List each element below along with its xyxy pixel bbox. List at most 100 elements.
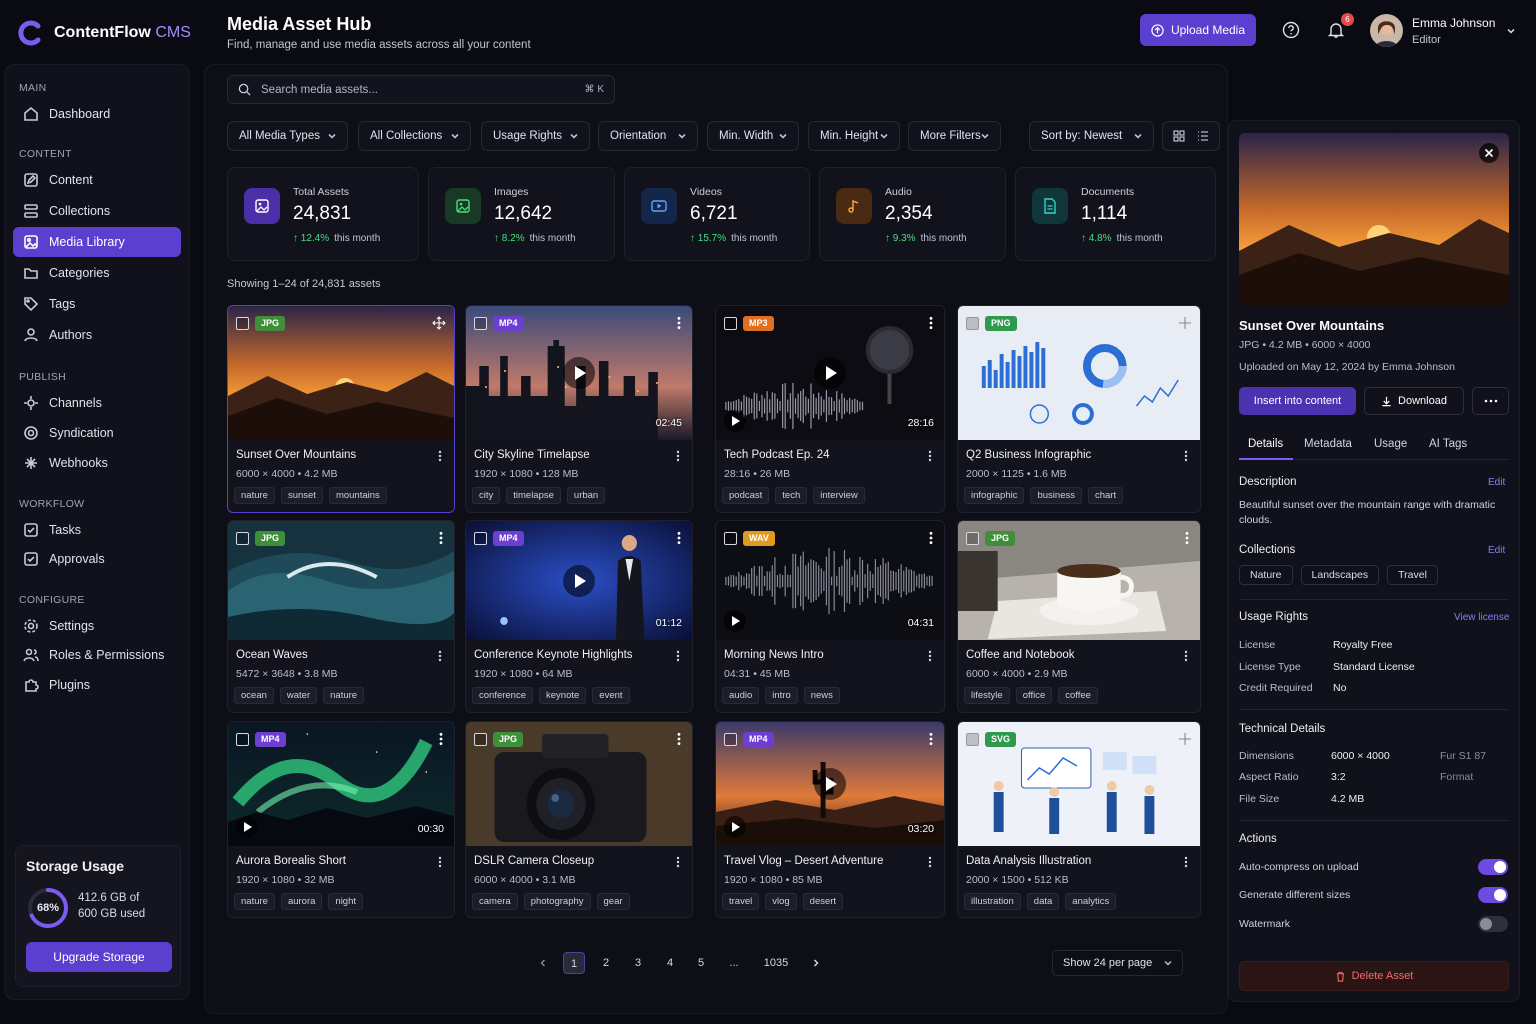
page-3[interactable]: 3: [627, 952, 649, 974]
page-4[interactable]: 4: [659, 952, 681, 974]
asset-title[interactable]: Aurora Borealis Short: [236, 855, 346, 867]
tag-chip[interactable]: podcast: [722, 487, 770, 504]
asset-card[interactable]: MP4 03:20 Travel Vlog – Desert Adventure…: [715, 721, 945, 918]
tag-chip[interactable]: data: [1026, 893, 1060, 910]
collection-chip[interactable]: Landscapes: [1300, 565, 1380, 585]
asset-card[interactable]: JPG Coffee and Notebook 6000 × 4000 • 2.…: [957, 520, 1201, 713]
move-icon[interactable]: [1178, 732, 1192, 746]
tag-chip[interactable]: illustration: [964, 893, 1021, 910]
tag-chip[interactable]: sunset: [280, 487, 323, 504]
help-button[interactable]: [1277, 16, 1305, 44]
filter-orientation[interactable]: Orientation: [598, 121, 698, 151]
more-actions-button[interactable]: [1472, 387, 1509, 415]
select-checkbox[interactable]: [236, 532, 249, 545]
list-view-icon[interactable]: [1197, 130, 1209, 142]
tag-chip[interactable]: gear: [596, 893, 630, 910]
brand[interactable]: ContentFlow CMS: [16, 16, 196, 50]
tag-chip[interactable]: infographic: [964, 487, 1025, 504]
tag-chip[interactable]: mountains: [328, 487, 387, 504]
tag-chip[interactable]: nature: [234, 487, 275, 504]
tag-chip[interactable]: news: [803, 687, 840, 704]
sidebar-item-dashboard[interactable]: Dashboard: [13, 99, 181, 129]
asset-card[interactable]: MP3 28:16 Tech Podcast Ep. 24 28:16 • 26…: [715, 305, 945, 513]
download-button[interactable]: Download: [1364, 387, 1464, 415]
sidebar-item-tasks[interactable]: Tasks: [13, 515, 181, 545]
asset-thumbnail[interactable]: MP4 00:30: [228, 722, 454, 846]
move-icon[interactable]: [1178, 316, 1192, 330]
asset-card[interactable]: MP4 02:45 City Skyline Timelapse 1920 × …: [465, 305, 693, 513]
select-checkbox[interactable]: [966, 532, 979, 545]
more-options-icon[interactable]: [928, 650, 932, 662]
asset-title[interactable]: Q2 Business Infographic: [966, 449, 1091, 461]
tab-usage[interactable]: Usage: [1374, 438, 1407, 450]
play-button[interactable]: [814, 357, 846, 389]
tag-chip[interactable]: nature: [234, 893, 275, 910]
asset-thumbnail[interactable]: JPG: [466, 722, 692, 846]
tag-chip[interactable]: chart: [1087, 487, 1124, 504]
sidebar-item-channels[interactable]: Channels: [13, 388, 181, 418]
asset-card[interactable]: JPG Sunset Over Mountains 6000 × 4000 • …: [227, 305, 455, 513]
tag-chip[interactable]: lifestyle: [964, 687, 1010, 704]
asset-title[interactable]: Conference Keynote Highlights: [474, 649, 633, 661]
play-button[interactable]: [563, 564, 595, 597]
play-small-button[interactable]: [724, 610, 746, 632]
asset-title[interactable]: Ocean Waves: [236, 649, 308, 661]
page-5[interactable]: 5: [690, 952, 712, 974]
tag-chip[interactable]: city: [472, 487, 501, 504]
select-checkbox[interactable]: [724, 733, 737, 746]
more-options-icon[interactable]: [1184, 450, 1188, 462]
more-options-icon[interactable]: [1182, 531, 1192, 545]
more-options-icon[interactable]: [1184, 650, 1188, 662]
more-options-icon[interactable]: [928, 450, 932, 462]
more-options-icon[interactable]: [926, 316, 936, 330]
sidebar-item-syndication[interactable]: Syndication: [13, 418, 181, 448]
tag-chip[interactable]: event: [592, 687, 630, 704]
page-last[interactable]: 1035: [757, 952, 795, 974]
more-options-icon[interactable]: [674, 316, 684, 330]
sidebar-item-settings[interactable]: Settings: [13, 611, 181, 641]
collection-chip[interactable]: Travel: [1387, 565, 1438, 585]
tag-chip[interactable]: nature: [323, 687, 365, 704]
sidebar-item-media-library[interactable]: Media Library: [13, 227, 181, 257]
tab-ai-tags[interactable]: AI Tags: [1429, 438, 1467, 450]
asset-card[interactable]: WAV 04:31 Morning News Intro 04:31 • 45 …: [715, 520, 945, 713]
asset-thumbnail[interactable]: JPG: [228, 521, 454, 640]
filter-min-width[interactable]: Min. Width: [707, 121, 799, 151]
filter-media-types[interactable]: All Media Types: [227, 121, 348, 151]
view-toggle[interactable]: [1162, 121, 1220, 151]
page-2[interactable]: 2: [595, 952, 617, 974]
tag-chip[interactable]: timelapse: [506, 487, 561, 504]
edit-collections-link[interactable]: Edit: [1488, 545, 1505, 556]
upgrade-storage-button[interactable]: Upgrade Storage: [26, 942, 172, 972]
tag-chip[interactable]: urban: [566, 487, 606, 504]
asset-title[interactable]: Data Analysis Illustration: [966, 855, 1091, 867]
close-preview-button[interactable]: [1479, 143, 1499, 163]
more-options-icon[interactable]: [674, 732, 684, 746]
sidebar-item-plugins[interactable]: Plugins: [13, 670, 181, 700]
asset-card[interactable]: JPG DSLR Camera Closeup 6000 × 4000 • 3.…: [465, 721, 693, 918]
tag-chip[interactable]: night: [328, 893, 364, 910]
tag-chip[interactable]: business: [1030, 487, 1082, 504]
tag-chip[interactable]: interview: [813, 487, 865, 504]
asset-title[interactable]: Travel Vlog – Desert Adventure: [724, 855, 883, 867]
asset-card[interactable]: SVG Data Analysis Illustration 2000 × 15…: [957, 721, 1201, 918]
asset-title[interactable]: Coffee and Notebook: [966, 649, 1074, 661]
sidebar-item-roles[interactable]: Roles & Permissions: [13, 640, 181, 670]
asset-title[interactable]: Morning News Intro: [724, 649, 824, 661]
asset-thumbnail[interactable]: MP4 02:45: [466, 306, 692, 440]
more-options-icon[interactable]: [438, 856, 442, 868]
search-bar[interactable]: ⌘ K: [227, 75, 615, 104]
chevron-right-icon[interactable]: [811, 958, 821, 968]
sidebar-item-authors[interactable]: Authors: [13, 320, 181, 350]
asset-title[interactable]: Sunset Over Mountains: [236, 449, 356, 461]
asset-thumbnail[interactable]: JPG: [958, 521, 1200, 640]
asset-title[interactable]: City Skyline Timelapse: [474, 449, 590, 461]
tag-chip[interactable]: camera: [472, 893, 518, 910]
asset-card[interactable]: JPG Ocean Waves 5472 × 3648 • 3.8 MB oce…: [227, 520, 455, 713]
insert-into-content-button[interactable]: Insert into content: [1239, 387, 1356, 415]
tag-chip[interactable]: audio: [722, 687, 760, 704]
more-options-icon[interactable]: [438, 450, 442, 462]
asset-thumbnail[interactable]: JPG: [228, 306, 454, 440]
auto-compress-toggle[interactable]: [1478, 859, 1508, 875]
grid-view-icon[interactable]: [1173, 130, 1185, 142]
